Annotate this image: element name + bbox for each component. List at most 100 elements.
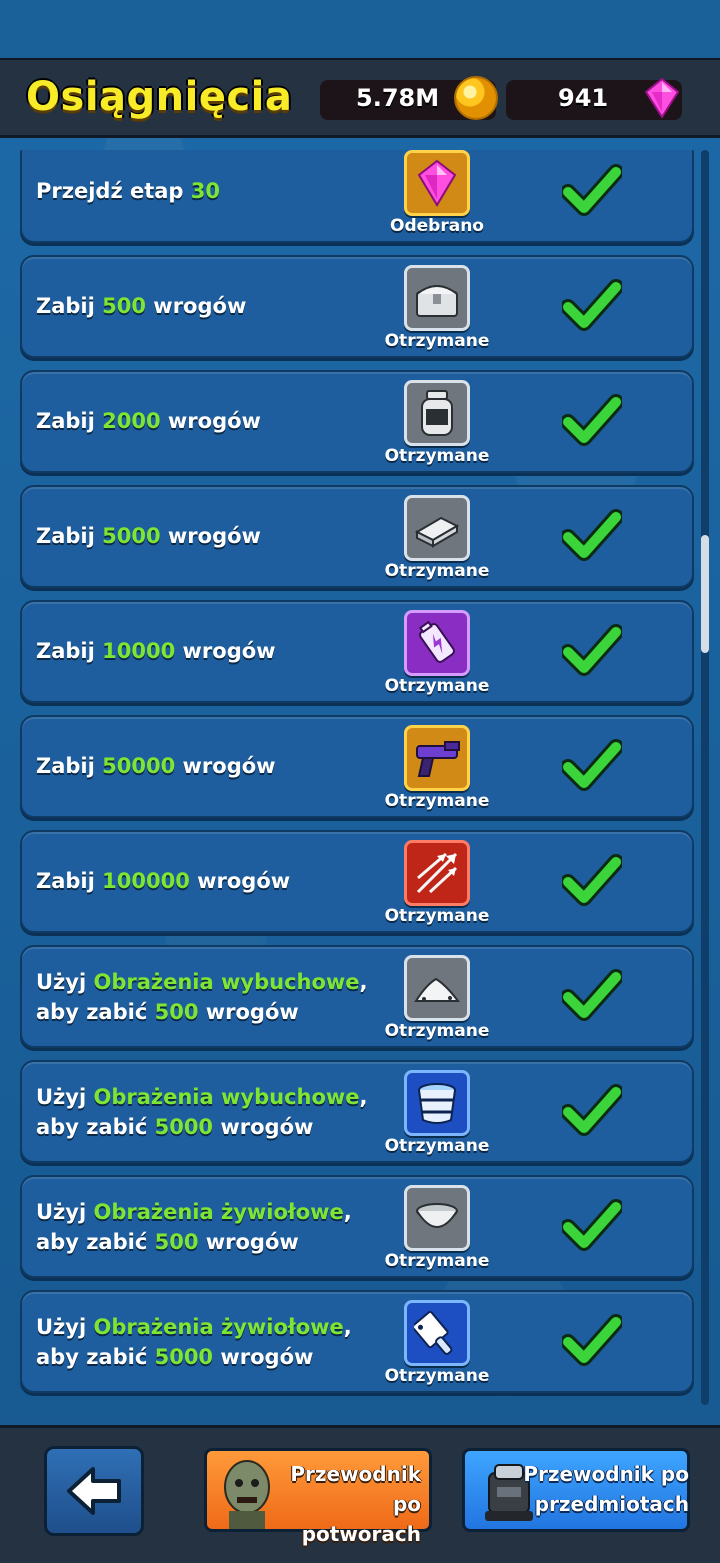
coin-icon (454, 76, 498, 120)
desc-highlight: 100000 (102, 869, 190, 893)
reward-status-label: Odebrano (390, 216, 484, 236)
chest-icon (416, 285, 458, 317)
achievement-card[interactable]: Zabij 5000 wrogów Otrzymane (20, 485, 694, 588)
achievement-description: Użyj Obrażenia wybuchowe, aby zabić 5000 … (36, 1082, 368, 1142)
achievement-card[interactable]: Zabij 50000 wrogów Otrzymane (20, 715, 694, 818)
reward-slot[interactable] (404, 265, 470, 331)
desc-text: aby zabić (36, 1230, 155, 1254)
desc-text: Zabij (36, 524, 103, 548)
desc-text: wrogów (160, 524, 261, 548)
check-icon (560, 507, 624, 563)
desc-text: Użyj (36, 1085, 94, 1109)
desc-highlight: 500 (102, 294, 146, 318)
achievement-card[interactable]: Użyj Obrażenia żywiołowe, aby zabić 5000 … (20, 1290, 694, 1393)
check-icon (560, 392, 624, 448)
monster-guide-line2: po potworach (301, 1492, 421, 1546)
achievement-list[interactable]: Przejdź etap 30 Odebrano Zabij 500 wrogów O… (0, 150, 720, 1405)
achievement-card[interactable]: Użyj Obrażenia wybuchowe, aby zabić 500 w… (20, 945, 694, 1048)
page-title: Osiągnięcia (26, 74, 293, 120)
gem-counter[interactable]: 941 (506, 78, 682, 120)
desc-text: wrogów (198, 1230, 299, 1254)
monster-guide-button[interactable]: Przewodnik po potworach (204, 1448, 432, 1546)
ammo-box-icon (414, 516, 460, 548)
back-arrow-icon (67, 1467, 121, 1515)
achievement-description: Użyj Obrażenia wybuchowe, aby zabić 500 w… (36, 967, 368, 1027)
gem-amount: 941 (558, 84, 609, 112)
achievement-card[interactable]: Zabij 2000 wrogów Otrzymane (20, 370, 694, 473)
desc-text: wrogów (175, 754, 276, 778)
coin-counter[interactable]: 5.78M (320, 76, 498, 120)
scrollbar[interactable] (701, 150, 709, 1405)
desc-highlight: Obrażenia wybuchowe (93, 1085, 360, 1109)
achievement-card[interactable]: Zabij 10000 wrogów Otrzymane (20, 600, 694, 703)
achievement-card[interactable]: Zabij 500 wrogów Otrzymane (20, 255, 694, 358)
reward-slot[interactable] (404, 1070, 470, 1136)
scrollbar-thumb[interactable] (701, 535, 709, 653)
desc-highlight: Obrażenia wybuchowe (93, 970, 360, 994)
reward-slot[interactable] (404, 955, 470, 1021)
gem-icon (417, 159, 457, 207)
reward-slot[interactable] (404, 840, 470, 906)
reward-slot[interactable] (404, 380, 470, 446)
desc-text: Zabij (36, 754, 103, 778)
achievement-description: Zabij 5000 wrogów (36, 521, 261, 551)
reward-slot[interactable] (404, 495, 470, 561)
desc-text: Użyj (36, 970, 94, 994)
battery-icon (418, 620, 455, 663)
achievement-card[interactable]: Przejdź etap 30 Odebrano (20, 150, 694, 243)
check-icon (560, 162, 624, 218)
desc-highlight: 10000 (102, 639, 176, 663)
desc-text: aby zabić (36, 1115, 155, 1139)
reward-status-label: Otrzymane (384, 1251, 490, 1271)
reward-slot[interactable] (404, 610, 470, 676)
check-icon (560, 622, 624, 678)
desc-text: , (343, 1315, 352, 1339)
desc-highlight: 5000 (102, 524, 161, 548)
desc-text: wrogów (145, 294, 247, 318)
achievement-card[interactable]: Użyj Obrażenia wybuchowe, aby zabić 5000 … (20, 1060, 694, 1163)
check-icon (560, 967, 624, 1023)
achievement-description: Zabij 100000 wrogów (36, 866, 290, 896)
achievement-card[interactable]: Zabij 100000 wrogów Otrzymane (20, 830, 694, 933)
reward-status-label: Otrzymane (384, 906, 490, 926)
desc-text: Zabij (36, 409, 103, 433)
reward-slot[interactable] (404, 150, 470, 216)
barrel-icon (418, 1083, 456, 1124)
check-icon (560, 277, 624, 333)
achievement-description: Zabij 50000 wrogów (36, 751, 276, 781)
desc-text: , (359, 1085, 368, 1109)
check-icon (560, 1197, 624, 1253)
check-icon (560, 1312, 624, 1368)
status-bar-area (0, 0, 720, 58)
reward-slot[interactable] (404, 725, 470, 791)
cleaver-icon (414, 1310, 453, 1355)
desc-text: wrogów (198, 1000, 299, 1024)
desc-highlight: 500 (154, 1230, 199, 1254)
reward-slot[interactable] (404, 1185, 470, 1251)
arrows-icon (416, 852, 458, 894)
desc-text: wrogów (213, 1345, 314, 1369)
gem-icon (644, 78, 680, 118)
item-guide-line2: przedmiotach (534, 1492, 689, 1516)
reward-slot[interactable] (404, 1300, 470, 1366)
reward-status-label: Otrzymane (384, 331, 490, 351)
achievement-card[interactable]: Użyj Obrażenia żywiołowe, aby zabić 500 w… (20, 1175, 694, 1278)
zombie-icon (224, 1460, 270, 1529)
jar-icon (421, 390, 453, 436)
back-button[interactable] (44, 1446, 144, 1536)
header-bar: Osiągnięcia 5.78M 941 (0, 58, 720, 138)
desc-text: Użyj (36, 1200, 94, 1224)
reward-status-label: Otrzymane (384, 561, 490, 581)
reward-status-label: Otrzymane (384, 1136, 490, 1156)
desc-text: , (343, 1200, 352, 1224)
item-guide-button[interactable]: Przewodnik po przedmiotach (462, 1448, 690, 1532)
desc-highlight: 5000 (154, 1115, 214, 1139)
desc-text: wrogów (189, 869, 291, 893)
achievement-description: Użyj Obrażenia żywiołowe, aby zabić 500 w… (36, 1197, 352, 1257)
item-guide-line1: Przewodnik po (523, 1462, 689, 1486)
desc-text: Zabij (36, 869, 103, 893)
reward-status-label: Otrzymane (384, 446, 490, 466)
desc-text: wrogów (213, 1115, 314, 1139)
desc-highlight: Obrażenia żywiołowe (93, 1200, 344, 1224)
desc-text: Użyj (36, 1315, 94, 1339)
